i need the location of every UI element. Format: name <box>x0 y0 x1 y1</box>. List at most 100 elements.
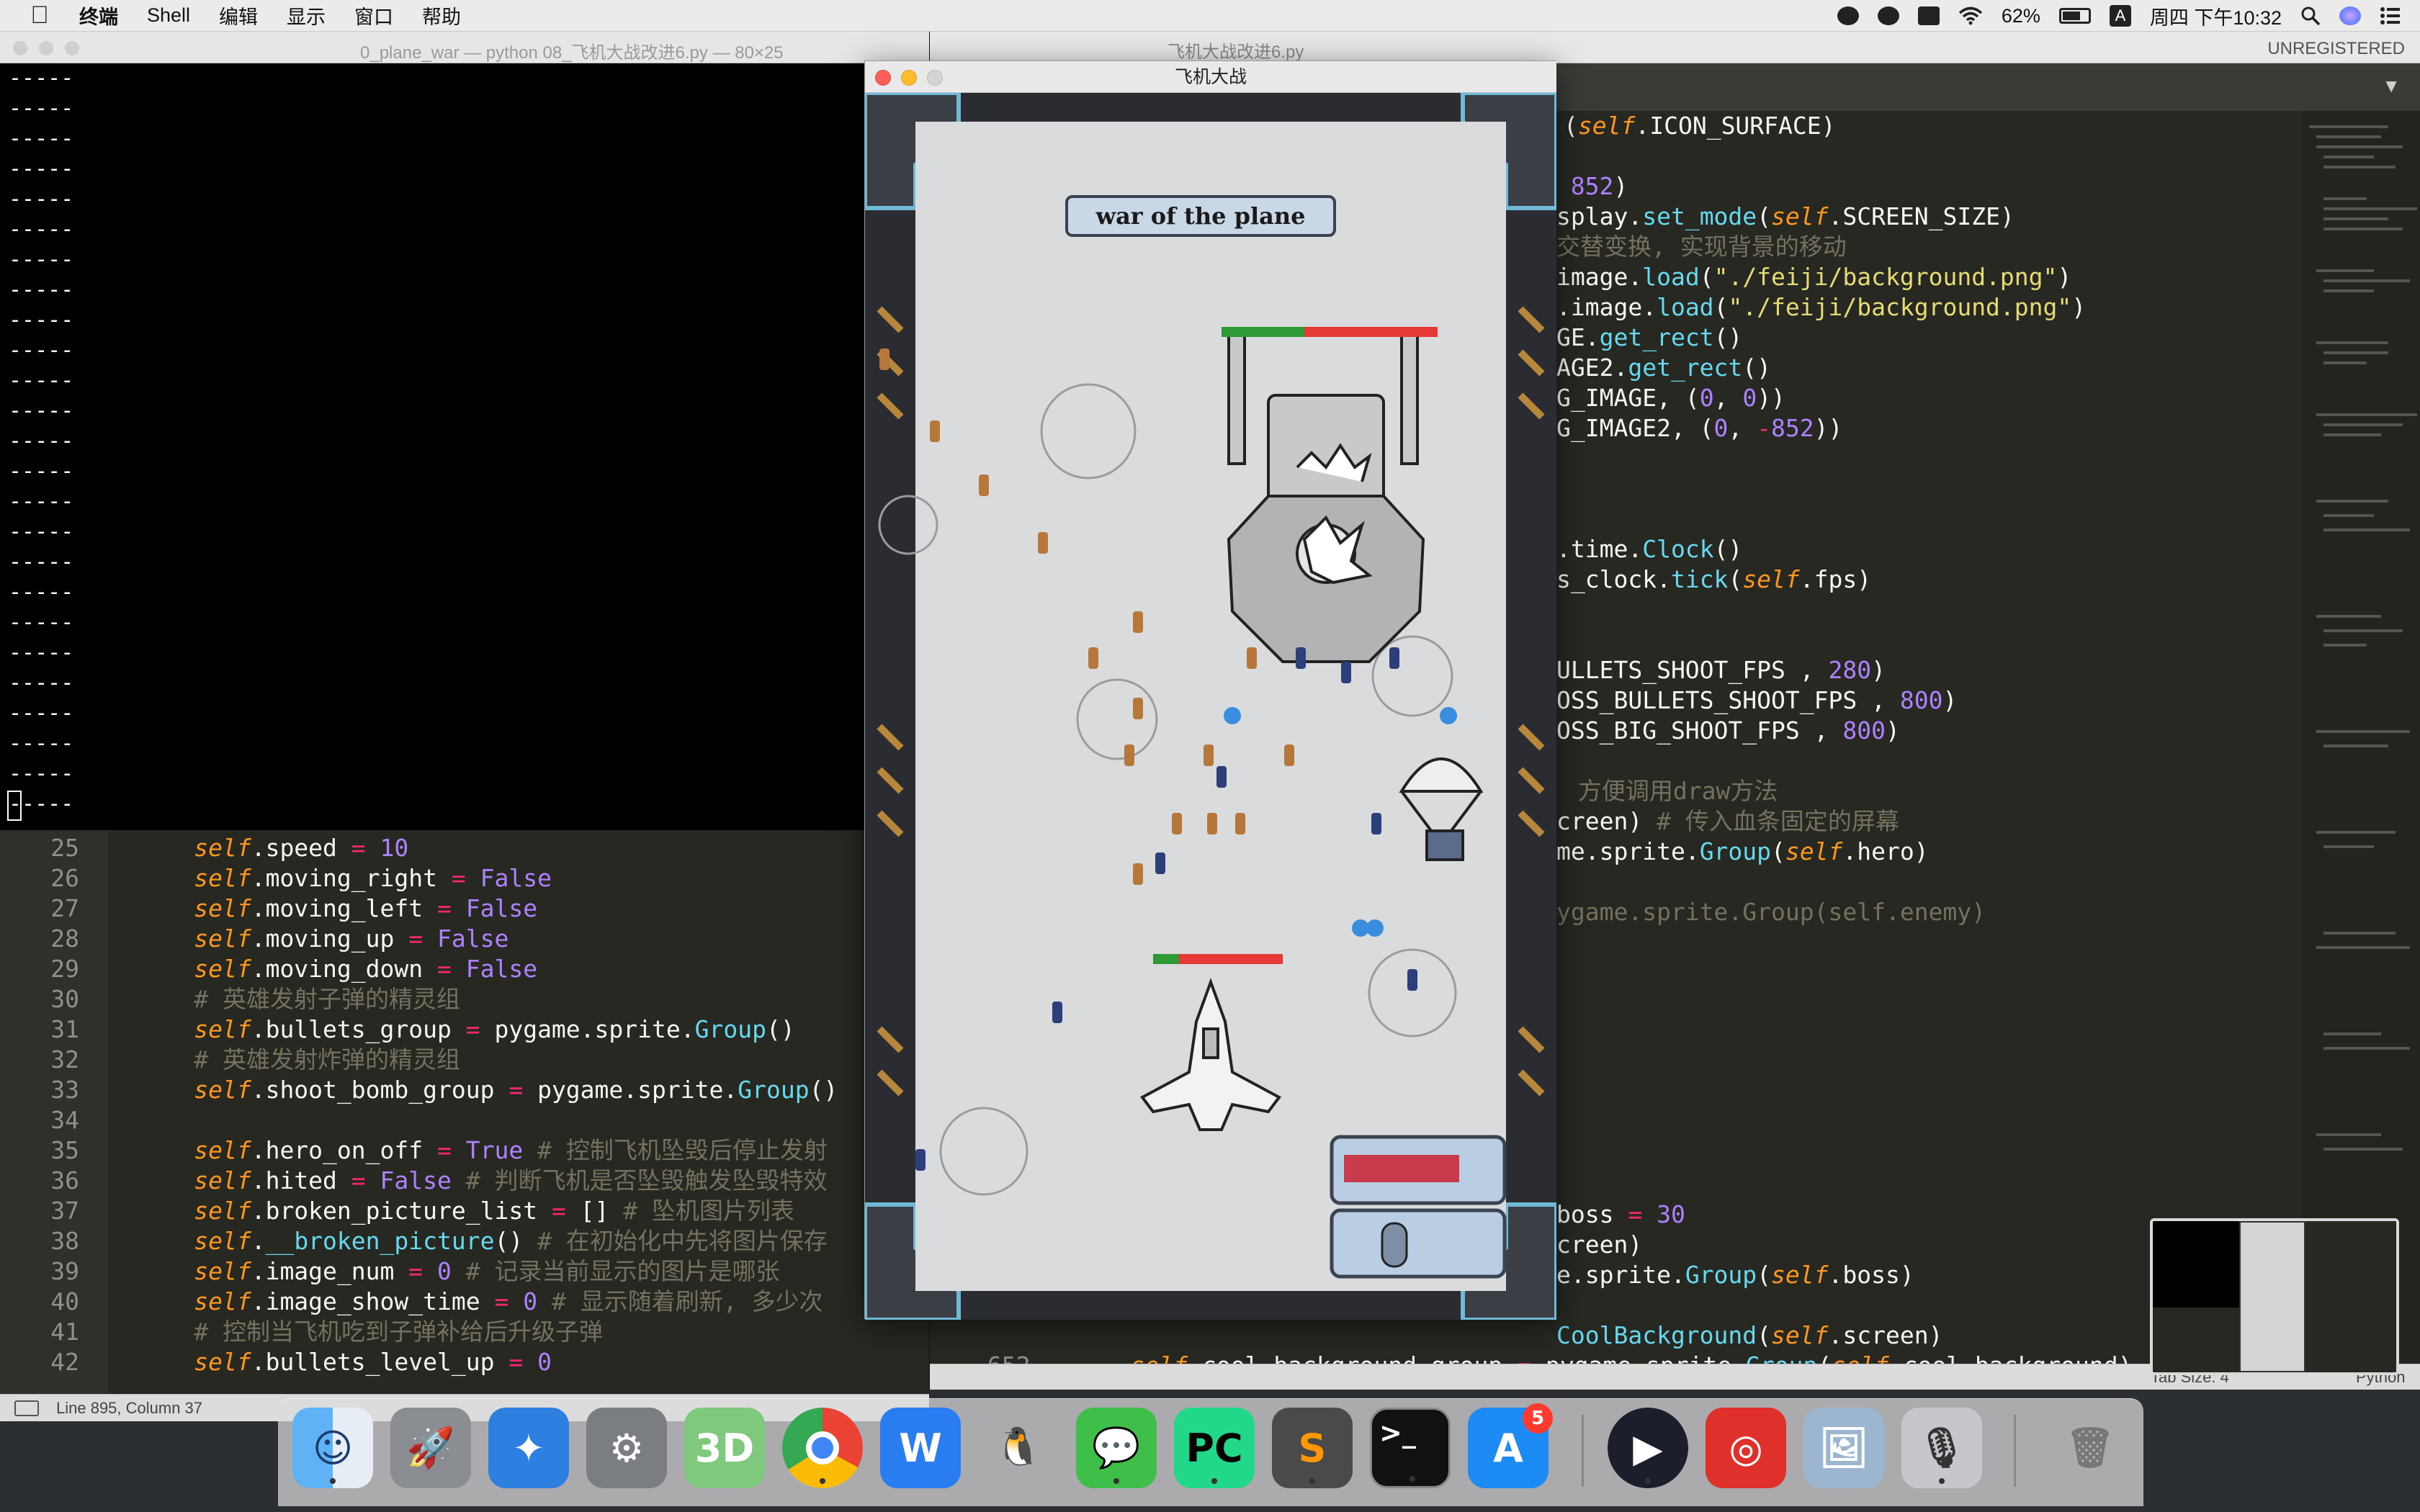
terminal-line: ----- <box>9 368 74 393</box>
code-line: s_clock.tick(self.fps) <box>1556 565 1872 593</box>
game-canvas[interactable]: war of the plane <box>865 93 1556 1320</box>
siri-icon[interactable] <box>2339 6 2361 25</box>
menu-help[interactable]: 帮助 <box>422 1 461 30</box>
terminal-icon[interactable]: >_ <box>1370 1408 1451 1488</box>
game-banner: war of the plane <box>1065 195 1336 237</box>
chrome-icon[interactable] <box>782 1408 863 1488</box>
code-line: OSS_BULLETS_SHOOT_FPS , 800) <box>1556 686 1958 714</box>
code-line: GE.get_rect() <box>1556 323 1743 351</box>
code-line: splay.set_mode(self.SCREEN_SIZE) <box>1556 202 2015 230</box>
cursor-position: Line 895, Column 37 <box>56 1399 203 1417</box>
code-line: G_IMAGE, (0, 0)) <box>1556 384 1785 412</box>
wechat-status-icon[interactable] <box>1837 6 1859 25</box>
terminal-line: ----- <box>9 338 74 363</box>
maps-icon[interactable]: 3D <box>684 1408 765 1488</box>
code-line: 34 <box>50 1106 79 1134</box>
code-line: 31 self.bullets_group = pygame.sprite.Gr… <box>50 1015 795 1043</box>
quicktime-icon[interactable]: ▶ <box>1608 1408 1688 1488</box>
notification-center-icon[interactable] <box>2380 6 2401 25</box>
code-line: 39 self.image_num = 0 # 记录当前显示的图片是哪张 <box>50 1257 780 1285</box>
menu-shell[interactable]: Shell <box>147 4 190 27</box>
system-preferences-icon[interactable]: ⚙ <box>586 1408 667 1488</box>
terminal-line: ----- <box>9 761 74 786</box>
game-titlebar: 飞机大战 <box>865 61 1556 93</box>
close-button[interactable] <box>875 70 891 86</box>
menu-app-terminal[interactable]: 终端 <box>79 1 118 30</box>
game-window: 飞机大战 war of the plane <box>864 60 1556 1320</box>
menu-window[interactable]: 窗口 <box>354 1 393 30</box>
terminal-window: 0_plane_war — python 08_飞机大战改进6.py — 80×… <box>0 32 929 1421</box>
apple-icon[interactable]:  <box>0 1 79 30</box>
terminal-line: ----- <box>9 186 74 212</box>
wifi-icon[interactable] <box>1958 6 1983 25</box>
menu-edit[interactable]: 编辑 <box>219 1 258 30</box>
code-line: OSS_BIG_SHOOT_FPS , 800) <box>1556 716 1900 744</box>
spotlight-search-icon[interactable] <box>2300 6 2321 26</box>
zoom-button[interactable] <box>65 41 79 55</box>
code-line: 30 # 英雄发射子弹的精灵组 <box>50 985 460 1013</box>
left-frame <box>865 93 915 1320</box>
game-scene <box>865 93 1556 1320</box>
code-line: 42 self.bullets_level_up = 0 <box>50 1348 552 1376</box>
code-line: 36 self.hited = False # 判断飞机是否坠毁触发坠毁特效 <box>50 1166 828 1194</box>
status-area: 62% A 周四 下午10:32 <box>1837 0 2420 32</box>
code-line: 33 self.shoot_bomb_group = pygame.sprite… <box>50 1076 838 1104</box>
finder-icon[interactable]: ☺ <box>292 1408 373 1488</box>
terminal-line: ----- <box>9 126 74 151</box>
sublime-titlebar: 飞机大战改进6.py UNREGISTERED <box>930 32 2420 63</box>
screenshot-thumbnail[interactable] <box>2150 1218 2399 1375</box>
code-line: me.sprite.Group(self.hero) <box>1556 837 1929 865</box>
dock: ☺ 🚀 ✦ ⚙ 3D W 🐧 💬 PC S >_ A5 ▶ ◎ 🖼 🎙 🗑 <box>278 1398 2143 1506</box>
trash-icon[interactable]: 🗑 <box>2050 1408 2130 1488</box>
code-line: 40 self.image_show_time = 0 # 显示随着刷新, 多少… <box>50 1287 823 1315</box>
code-line: .time.Clock() <box>1556 535 1743 563</box>
code-line: 方便调用draw方法 <box>1564 777 1778 805</box>
dock-separator <box>2014 1415 2016 1487</box>
boss-hp-bar-fill <box>1222 327 1304 337</box>
qq-icon[interactable]: 🐧 <box>978 1408 1059 1488</box>
code-line: CoolBackground(self.screen) <box>1556 1321 1943 1349</box>
minimize-button[interactable] <box>901 70 917 86</box>
pycharm-icon[interactable]: PC <box>1174 1408 1255 1488</box>
sublime-icon[interactable]: S <box>1272 1408 1353 1488</box>
panel-toggle-icon[interactable] <box>14 1400 39 1416</box>
wechat-icon[interactable]: 💬 <box>1076 1408 1157 1488</box>
tab-dropdown-icon[interactable]: ▼ <box>2382 75 2401 97</box>
netease-music-icon[interactable]: ◎ <box>1706 1408 1786 1488</box>
appstore-icon[interactable]: A5 <box>1468 1403 1553 1488</box>
terminal-line: ----- <box>9 580 74 605</box>
battery-percent: 62% <box>2001 4 2040 27</box>
menu-view[interactable]: 显示 <box>287 1 326 30</box>
terminal-output[interactable]: ----- ----- ----- ----- ----- ----- ----… <box>0 63 929 830</box>
code-line: 26 self.moving_right = False <box>50 864 552 892</box>
code-line: creen) <box>1556 1230 1643 1259</box>
terminal-line: ----- <box>9 549 74 575</box>
notification-status-icon[interactable] <box>1917 6 1940 25</box>
python-code-area[interactable]: 25 self.speed = 10 26 self.moving_right … <box>0 830 929 1394</box>
code-line: AGE2.get_rect() <box>1556 354 1772 382</box>
terminal-cursor <box>7 791 22 821</box>
terminal-line: ----- <box>9 610 74 635</box>
input-method-icon[interactable]: A <box>2109 5 2131 27</box>
wps-icon[interactable]: W <box>880 1408 961 1488</box>
sublime-minimap[interactable] <box>2302 111 2420 1364</box>
battery-icon[interactable] <box>2058 8 2091 24</box>
preview-icon[interactable]: 🖼 <box>1803 1408 1884 1488</box>
clock[interactable]: 周四 下午10:32 <box>2150 2 2282 30</box>
code-line: ygame.sprite.Group(self.enemy) <box>1556 898 1986 926</box>
code-line: .image.load("./feiji/background.png") <box>1556 293 2087 321</box>
voice-icon[interactable]: 🎙 <box>1901 1408 1982 1488</box>
terminal-line: ----- <box>9 489 74 514</box>
terminal-line: ----- <box>9 247 74 272</box>
safari-icon[interactable]: ✦ <box>488 1408 569 1488</box>
close-button[interactable] <box>13 41 27 55</box>
terminal-line: ----- <box>9 701 74 726</box>
terminal-line: ----- <box>9 96 74 121</box>
zoom-button[interactable] <box>927 70 943 86</box>
launchpad-icon[interactable]: 🚀 <box>390 1408 471 1488</box>
code-line: 41 # 控制当飞机吃到子弹补给后升级子弹 <box>50 1318 603 1346</box>
qq-status-icon[interactable] <box>1877 6 1899 25</box>
code-line: 29 self.moving_down = False <box>50 955 538 983</box>
terminal-line: ----- <box>9 519 74 544</box>
minimize-button[interactable] <box>39 41 53 55</box>
